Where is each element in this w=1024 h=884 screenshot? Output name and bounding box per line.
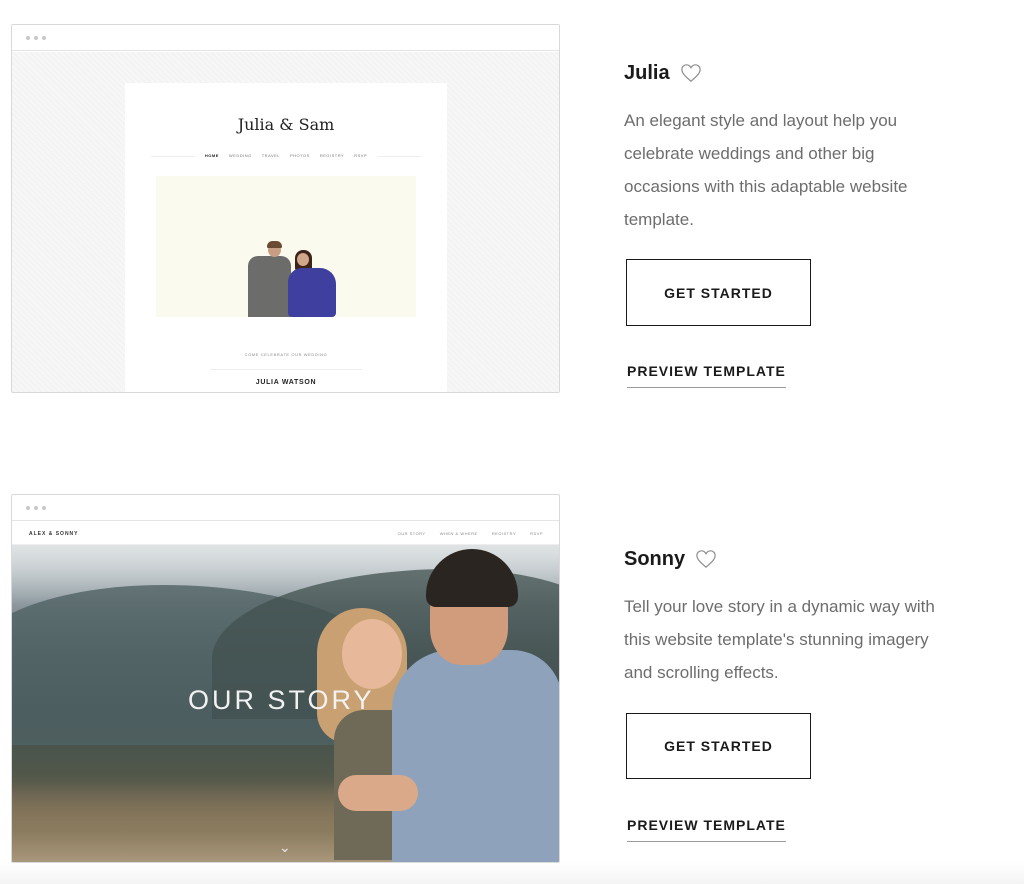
preview-nav-item: RSVP bbox=[530, 531, 543, 536]
preview-nav-item: HOME bbox=[204, 153, 219, 158]
preview-nav-item: WHEN & WHERE bbox=[439, 531, 478, 536]
template-title-row: Sonny bbox=[624, 544, 964, 574]
window-dot bbox=[34, 506, 38, 510]
preview-background: Julia & Sam HOME WEDDING TRAVEL PHOTOS R… bbox=[12, 52, 559, 392]
window-dot bbox=[42, 36, 46, 40]
preview-site-title: Julia & Sam bbox=[237, 115, 335, 134]
window-dot bbox=[42, 506, 46, 510]
browser-chrome bbox=[12, 495, 559, 521]
browser-chrome bbox=[12, 25, 559, 51]
preview-hero-title: OUR STORY bbox=[188, 685, 375, 715]
photo-figure bbox=[248, 256, 291, 317]
preview-nav-item: PHOTOS bbox=[290, 153, 310, 158]
preview-nav-item: WEDDING bbox=[228, 153, 252, 158]
template-title-row: Julia bbox=[624, 58, 964, 88]
preview-divider bbox=[210, 369, 362, 370]
template-preview-thumbnail[interactable]: Julia & Sam HOME WEDDING TRAVEL PHOTOS R… bbox=[11, 24, 560, 393]
preview-nav-item: REGISTRY bbox=[319, 153, 345, 158]
template-card-julia: Julia & Sam HOME WEDDING TRAVEL PHOTOS R… bbox=[0, 0, 1024, 440]
preview-nav: HOME WEDDING TRAVEL PHOTOS REGISTRY RSVP bbox=[151, 152, 421, 158]
preview-nav-item: TRAVEL bbox=[261, 153, 280, 158]
heart-outline-icon[interactable] bbox=[680, 63, 702, 83]
photo-figure bbox=[297, 253, 309, 266]
template-name: Sonny bbox=[624, 547, 686, 570]
photo-figure bbox=[288, 268, 336, 317]
preview-footer-name: JULIA WATSON bbox=[255, 379, 317, 386]
chevron-down-icon: ⌄ bbox=[279, 839, 291, 855]
template-description: Tell your love story in a dynamic way wi… bbox=[624, 597, 935, 682]
hero-figure bbox=[392, 650, 559, 862]
preview-hero-image: OUR STORY ⌄ bbox=[12, 545, 559, 862]
window-dot bbox=[26, 36, 30, 40]
preview-logo: ALEX & SONNY bbox=[29, 531, 79, 537]
hero-figure bbox=[342, 619, 402, 689]
template-name: Julia bbox=[624, 61, 670, 84]
photo-figure bbox=[267, 241, 282, 248]
window-dot bbox=[34, 36, 38, 40]
preview-page: Julia & Sam HOME WEDDING TRAVEL PHOTOS R… bbox=[125, 83, 447, 392]
preview-nav-bar: ALEX & SONNY OUR STORY WHEN & WHERE REGI… bbox=[12, 522, 559, 545]
window-dot bbox=[26, 506, 30, 510]
heart-outline-icon[interactable] bbox=[695, 549, 717, 569]
get-started-button[interactable]: GET STARTED bbox=[626, 713, 811, 779]
bottom-fade bbox=[0, 862, 1024, 884]
hero-figure bbox=[338, 775, 418, 811]
template-info: Julia An elegant style and layout help y… bbox=[624, 58, 964, 236]
preview-tagline: COME CELEBRATE OUR WEDDING bbox=[244, 352, 328, 357]
template-card-sonny: ALEX & SONNY OUR STORY WHEN & WHERE REGI… bbox=[0, 470, 1024, 884]
preview-couple-photo bbox=[156, 176, 416, 317]
get-started-button[interactable]: GET STARTED bbox=[626, 259, 811, 326]
preview-nav-item: REGISTRY bbox=[491, 531, 517, 536]
template-info: Sonny Tell your love story in a dynamic … bbox=[624, 544, 964, 689]
preview-nav-item: OUR STORY bbox=[397, 531, 426, 536]
preview-template-link[interactable]: PREVIEW TEMPLATE bbox=[627, 363, 786, 388]
template-preview-thumbnail[interactable]: ALEX & SONNY OUR STORY WHEN & WHERE REGI… bbox=[11, 494, 560, 863]
preview-nav-item: RSVP bbox=[354, 153, 368, 158]
preview-template-link[interactable]: PREVIEW TEMPLATE bbox=[627, 817, 786, 842]
preview-nav: OUR STORY WHEN & WHERE REGISTRY RSVP bbox=[398, 531, 543, 536]
template-description: An elegant style and layout help you cel… bbox=[624, 111, 908, 229]
